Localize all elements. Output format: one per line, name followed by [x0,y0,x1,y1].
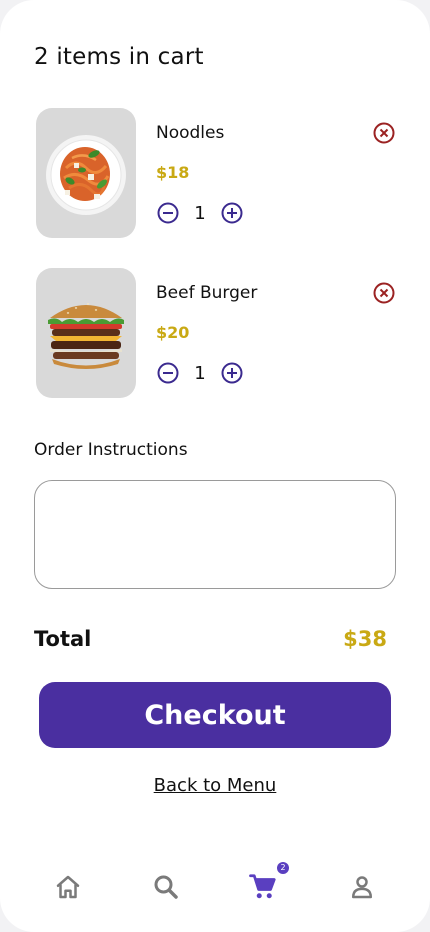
cart-count-badge: 2 [277,862,289,874]
cart-icon[interactable] [248,872,278,902]
item-price: $20 [156,323,190,342]
page-title: 2 items in cart [34,44,204,70]
back-to-menu-link[interactable]: Back to Menu [154,775,277,796]
quantity-stepper: 1 [156,361,244,385]
remove-item-icon[interactable] [372,281,396,305]
order-instructions-field[interactable] [34,480,396,589]
total-label: Total [34,627,92,651]
home-icon[interactable] [53,872,83,902]
beef-burger-image [36,268,136,398]
bottom-nav: 2 [0,856,430,920]
quantity-stepper: 1 [156,201,244,225]
noodles-plate-image [36,108,136,238]
item-price: $18 [156,163,190,182]
item-name: Beef Burger [156,283,258,303]
minus-circle-icon[interactable] [156,201,180,225]
cart-screen: 2 items in cart Noodles $18 1 Beef Burge… [0,0,430,932]
plus-circle-icon[interactable] [220,361,244,385]
item-name: Noodles [156,123,225,143]
checkout-button[interactable]: Checkout [39,682,391,748]
plus-circle-icon[interactable] [220,201,244,225]
quantity-value: 1 [194,362,206,384]
profile-icon[interactable] [347,872,377,902]
cart-item-beef-burger: Beef Burger $20 1 [36,268,396,398]
back-to-menu-container: Back to Menu [0,775,430,796]
search-icon[interactable] [151,872,181,902]
minus-circle-icon[interactable] [156,361,180,385]
remove-item-icon[interactable] [372,121,396,145]
total-value: $38 [343,627,387,651]
quantity-value: 1 [194,202,206,224]
order-instructions-label: Order Instructions [34,440,188,460]
cart-item-noodles: Noodles $18 1 [36,108,396,238]
